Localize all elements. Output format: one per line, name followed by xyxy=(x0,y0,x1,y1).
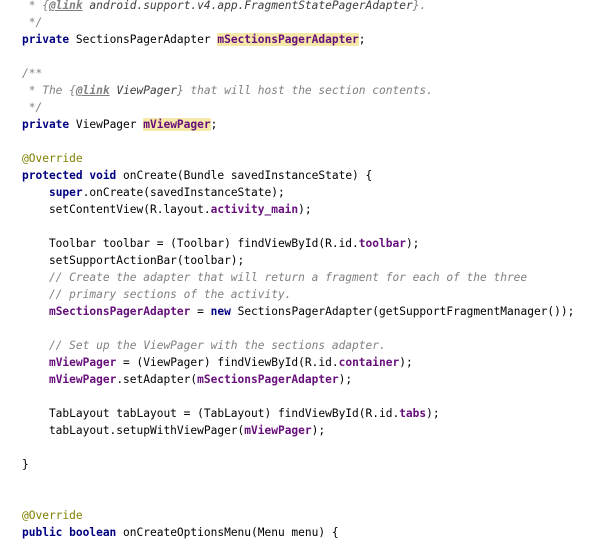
code-line: mSectionsPagerAdapter = new SectionsPage… xyxy=(22,303,574,320)
code-token: ); xyxy=(338,373,353,386)
code-line: @Override xyxy=(22,507,83,524)
code-token: SectionsPagerAdapter(getSupportFragmentM… xyxy=(237,305,575,318)
code-line: TabLayout tabLayout = (TabLayout) findVi… xyxy=(22,405,440,422)
code-token: @link xyxy=(75,84,110,97)
code-line: super.onCreate(savedInstanceState); xyxy=(22,184,285,201)
code-token: mViewPager xyxy=(143,118,211,131)
code-token: ; xyxy=(358,33,366,46)
code-editor[interactable]: * {@link android.support.v4.app.Fragment… xyxy=(0,0,614,557)
code-line: */ xyxy=(22,99,42,116)
code-token: toolbar xyxy=(358,237,406,250)
code-token: ViewPager xyxy=(109,84,177,97)
code-token: setSupportActionBar(toolbar); xyxy=(22,254,245,267)
code-token: super xyxy=(48,186,83,199)
editor-bottom-edge xyxy=(0,552,614,557)
code-token: */ xyxy=(22,101,43,114)
code-line: private SectionsPagerAdapter mSectionsPa… xyxy=(22,31,366,48)
code-line: setSupportActionBar(toolbar); xyxy=(22,252,244,269)
code-line: } xyxy=(22,456,29,473)
code-line: setContentView(R.layout.activity_main); xyxy=(22,201,312,218)
code-token: ); xyxy=(399,356,413,369)
code-token: */ xyxy=(22,16,43,29)
code-token: mSectionsPagerAdapter xyxy=(197,373,339,386)
code-token: ); xyxy=(426,407,440,420)
code-token: new xyxy=(210,305,238,318)
code-token: ; xyxy=(210,118,218,131)
code-line: /** xyxy=(22,65,42,82)
code-token: public boolean xyxy=(22,526,124,539)
code-token: }. xyxy=(412,0,427,12)
code-line: mViewPager = (ViewPager) findViewById(R.… xyxy=(22,354,413,371)
code-token: // primary sections of the activity. xyxy=(22,288,292,301)
code-line: * {@link android.support.v4.app.Fragment… xyxy=(22,0,426,14)
code-token: ); xyxy=(311,424,326,437)
code-token: protected void xyxy=(22,169,124,182)
code-token: container xyxy=(338,356,400,369)
code-token: .setAdapter( xyxy=(116,373,198,386)
code-line: Toolbar toolbar = (Toolbar) findViewById… xyxy=(22,235,419,252)
code-line: public boolean onCreateOptionsMenu(Menu … xyxy=(22,524,339,541)
code-token: tabs xyxy=(399,407,427,420)
code-line: // Create the adapter that will return a… xyxy=(22,269,527,286)
code-token: activity_main xyxy=(210,203,299,216)
code-token: * The xyxy=(22,84,70,97)
code-token: // Create the adapter that will return a… xyxy=(22,271,528,284)
code-token: * xyxy=(22,0,43,12)
code-token: android.support.v4.app.FragmentStatePage… xyxy=(82,0,413,12)
code-token: private xyxy=(22,33,76,46)
code-line: private ViewPager mViewPager; xyxy=(22,116,217,133)
code-token: @Override xyxy=(22,152,83,165)
code-token: = (ViewPager) findViewById(R.id. xyxy=(116,356,339,369)
code-token: setContentView(R.layout. xyxy=(22,203,211,216)
code-line: mViewPager.setAdapter(mSectionsPagerAdap… xyxy=(22,371,352,388)
code-token: } that will host the section contents. xyxy=(176,84,433,97)
code-token: Toolbar toolbar = (Toolbar) findViewById… xyxy=(22,237,359,250)
code-token: /** xyxy=(22,67,43,80)
code-token: mViewPager xyxy=(244,424,312,437)
code-token: SectionsPagerAdapter xyxy=(75,33,218,46)
code-token: tabLayout.setupWithViewPager( xyxy=(22,424,245,437)
code-token: = xyxy=(190,305,211,318)
code-line: // Set up the ViewPager with the section… xyxy=(22,337,386,354)
code-line: // primary sections of the activity. xyxy=(22,286,291,303)
code-token: { xyxy=(42,0,49,12)
code-line: tabLayout.setupWithViewPager(mViewPager)… xyxy=(22,422,325,439)
code-token: onCreate(Bundle savedInstanceState) { xyxy=(123,169,373,182)
code-token: .onCreate(savedInstanceState); xyxy=(82,186,285,199)
code-token: mViewPager xyxy=(48,356,117,369)
code-token: @Override xyxy=(22,509,83,522)
code-token: mSectionsPagerAdapter xyxy=(48,305,191,318)
code-line: */ xyxy=(22,14,42,31)
code-token: onCreateOptionsMenu(Menu menu) { xyxy=(123,526,339,539)
code-token: TabLayout tabLayout = (TabLayout) findVi… xyxy=(22,407,400,420)
code-token: private xyxy=(22,118,76,131)
code-token: ViewPager xyxy=(75,118,144,131)
code-token: { xyxy=(69,84,76,97)
code-line: @Override xyxy=(22,150,83,167)
code-token: mViewPager xyxy=(48,373,117,386)
code-token: ); xyxy=(298,203,312,216)
code-token: @link xyxy=(48,0,83,12)
code-token: // Set up the ViewPager with the section… xyxy=(22,339,386,352)
code-line: protected void onCreate(Bundle savedInst… xyxy=(22,167,372,184)
code-line: * The {@link ViewPager} that will host t… xyxy=(22,82,433,99)
code-token: mSectionsPagerAdapter xyxy=(217,33,359,46)
code-token: ); xyxy=(405,237,420,250)
code-token: } xyxy=(22,458,29,471)
